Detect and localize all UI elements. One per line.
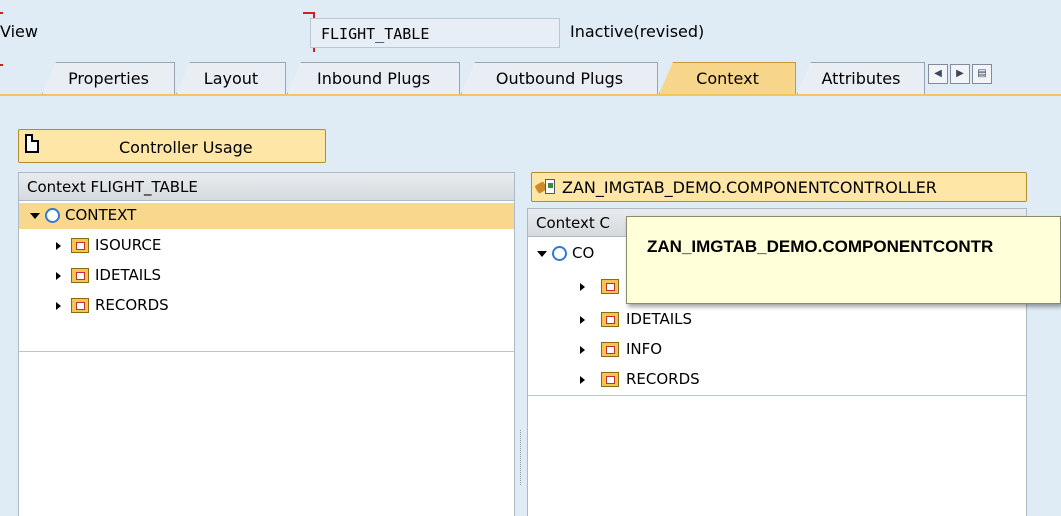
tab-properties[interactable]: Properties bbox=[42, 62, 175, 94]
context-node-icon bbox=[71, 238, 89, 253]
required-marker bbox=[0, 12, 3, 20]
tree-node-label: RECORDS bbox=[626, 370, 700, 388]
context-node-icon bbox=[71, 268, 89, 283]
tree-root-context[interactable]: CONTEXT bbox=[19, 203, 514, 229]
context-node-icon bbox=[601, 372, 619, 387]
tab-inbound-plugs[interactable]: Inbound Plugs bbox=[287, 62, 460, 94]
tree-divider bbox=[19, 351, 514, 352]
view-context-panel: Context FLIGHT_TABLE CONTEXT ISOURCE IDE… bbox=[18, 172, 515, 516]
tree-node-label: CO bbox=[572, 244, 595, 262]
view-name-field[interactable]: FLIGHT_TABLE bbox=[310, 18, 560, 48]
tab-outbound-plugs[interactable]: Outbound Plugs bbox=[461, 62, 658, 94]
expand-icon[interactable] bbox=[580, 376, 585, 384]
expand-icon[interactable] bbox=[56, 272, 61, 280]
tree-node-label: ISOURCE bbox=[95, 236, 162, 254]
context-node-icon bbox=[71, 298, 89, 313]
panel-splitter[interactable] bbox=[520, 430, 524, 485]
collapse-icon[interactable] bbox=[30, 213, 40, 219]
status-text: Inactive(revised) bbox=[570, 22, 705, 41]
tab-layout[interactable]: Layout bbox=[176, 62, 286, 94]
context-node-icon bbox=[601, 312, 619, 327]
tree-node-idetails[interactable]: IDETAILS bbox=[528, 307, 1026, 333]
scroll-left-icon[interactable]: ◀ bbox=[928, 64, 948, 84]
context-root-icon bbox=[45, 208, 60, 223]
tree-node-records[interactable]: RECORDS bbox=[19, 293, 514, 319]
expand-icon[interactable] bbox=[580, 283, 585, 291]
tree-node-records[interactable]: RECORDS bbox=[528, 367, 1026, 393]
controller-usage-label: Controller Usage bbox=[119, 138, 253, 157]
tree-node-isource[interactable]: ISOURCE bbox=[19, 233, 514, 259]
context-node-icon bbox=[601, 342, 619, 357]
tree-node-label: CONTEXT bbox=[65, 206, 137, 224]
tree-node-idetails[interactable]: IDETAILS bbox=[19, 263, 514, 289]
tree-divider bbox=[528, 395, 1026, 396]
tree-node-label: IDETAILS bbox=[95, 266, 162, 284]
tab-underline bbox=[0, 94, 1061, 96]
tab-context[interactable]: Context bbox=[659, 62, 796, 94]
component-controller-label: ZAN_IMGTAB_DEMO.COMPONENTCONTROLLER bbox=[562, 178, 937, 197]
collapse-icon[interactable] bbox=[537, 251, 547, 257]
view-label: View bbox=[0, 22, 38, 41]
panel-title: Context FLIGHT_TABLE bbox=[19, 173, 514, 201]
expand-icon[interactable] bbox=[56, 302, 61, 310]
tooltip: ZAN_IMGTAB_DEMO.COMPONENTCONTR bbox=[626, 216, 1061, 304]
component-controller-button[interactable]: ZAN_IMGTAB_DEMO.COMPONENTCONTROLLER bbox=[531, 172, 1027, 202]
tree-node-label: RECORDS bbox=[95, 296, 169, 314]
controller-icon bbox=[534, 178, 556, 196]
context-root-icon bbox=[552, 246, 567, 261]
expand-icon[interactable] bbox=[580, 316, 585, 324]
controller-usage-button[interactable]: Controller Usage bbox=[18, 129, 326, 163]
tab-list-icon[interactable]: ▤ bbox=[972, 64, 992, 84]
tab-attributes[interactable]: Attributes bbox=[797, 62, 925, 94]
context-node-icon bbox=[601, 279, 619, 294]
document-icon bbox=[25, 134, 39, 153]
tree-node-info[interactable]: INFO bbox=[528, 337, 1026, 363]
expand-icon[interactable] bbox=[580, 346, 585, 354]
expand-icon[interactable] bbox=[56, 242, 61, 250]
tree-node-label: IDETAILS bbox=[626, 310, 693, 328]
scroll-right-icon[interactable]: ▶ bbox=[950, 64, 970, 84]
tree-node-label: INFO bbox=[626, 340, 663, 358]
